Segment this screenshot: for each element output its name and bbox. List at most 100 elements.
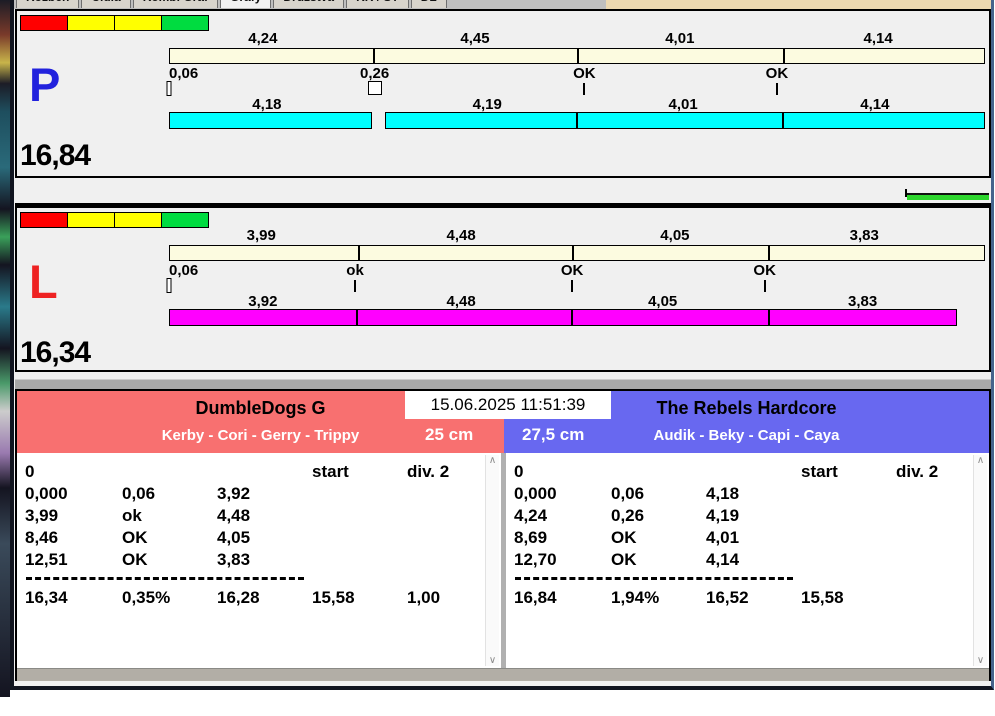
change-label: OK xyxy=(765,65,789,82)
bar-divider xyxy=(358,246,361,260)
app-screen: RozbehCidlaKombi GrafGrafyDružstvaKR / S… xyxy=(0,0,995,716)
split-time-label: 4,14 xyxy=(860,96,890,113)
header-cell: div. 2 xyxy=(896,462,939,481)
sensor-split-bar xyxy=(169,245,985,261)
split-labels-bottom: 3,92 4,48 4,05 3,83 xyxy=(169,293,985,310)
scroll-down-icon[interactable]: ∨ xyxy=(977,655,984,666)
value-cell: OK xyxy=(611,528,637,547)
tab-rozbeh[interactable]: Rozbeh xyxy=(16,0,80,8)
bar-divider xyxy=(577,49,579,63)
table-right: 0 start div. 2 0,000 0,06 4,18 4,24 0,26 4,19 8,6… xyxy=(506,453,989,668)
value-cell: OK xyxy=(122,528,148,547)
dog-split-bar xyxy=(169,112,985,129)
tab-grafy[interactable]: Grafy xyxy=(220,0,272,8)
tab-cidla[interactable]: Cidla xyxy=(81,0,131,8)
change-label: OK xyxy=(560,262,584,279)
split-time-label: 3,83 xyxy=(849,227,879,244)
value-cell: OK xyxy=(611,550,637,569)
split-time-label: 4,14 xyxy=(863,30,893,47)
change-mark-line xyxy=(583,83,586,95)
header-cell: 0 xyxy=(514,462,524,481)
scroll-up-icon[interactable]: ∧ xyxy=(977,455,984,466)
value-cell: 4,24 xyxy=(514,506,548,525)
value-cell xyxy=(896,483,965,505)
change-mark-slim xyxy=(166,278,172,293)
value-cell: ok xyxy=(122,506,142,525)
bar-divider xyxy=(768,246,771,260)
change-mark-line xyxy=(775,83,778,95)
value-cell: 4,48 xyxy=(217,506,251,525)
total-cell: 16,28 xyxy=(217,588,260,607)
value-cell xyxy=(407,483,477,505)
totals-separator xyxy=(26,577,304,580)
split-time-label: 3,99 xyxy=(246,227,276,244)
change-mark-line xyxy=(571,280,574,292)
scroll-up-icon[interactable]: ∧ xyxy=(489,455,496,466)
lane-L-footer xyxy=(15,372,991,389)
legend-light-box xyxy=(67,15,115,31)
change-labels: 0,06 ok OK OK xyxy=(169,262,985,279)
sensor-split-bar xyxy=(169,48,985,64)
dog-split-segment xyxy=(385,112,577,129)
split-labels-bottom: 4,18 4,19 4,01 4,14 xyxy=(169,96,985,113)
total-cell: 16,84 xyxy=(514,588,557,607)
value-cell: 4,05 xyxy=(217,528,251,547)
totals-grid: 16,84 1,94% 16,52 15,58 xyxy=(514,587,965,609)
value-cell: 12,51 xyxy=(25,550,68,569)
change-label: ok xyxy=(346,262,364,279)
tab-kr-st[interactable]: KR / ST xyxy=(346,0,409,8)
header-cell: 0 xyxy=(25,462,35,481)
value-cell xyxy=(407,527,477,549)
scroll-down-icon[interactable]: ∨ xyxy=(489,655,496,666)
tab-kombi-graf[interactable]: Kombi Graf xyxy=(132,0,219,8)
split-time-label: 4,48 xyxy=(446,293,476,310)
header-cell xyxy=(217,461,312,483)
tab-dru-stva[interactable]: Družstva xyxy=(273,0,345,8)
split-time-label: 4,48 xyxy=(446,227,476,244)
value-cell: 3,92 xyxy=(217,484,251,503)
value-cell: OK xyxy=(122,550,148,569)
jump-height-left: 25 cm xyxy=(425,425,474,444)
change-mark-line xyxy=(763,280,766,292)
value-cell xyxy=(312,527,407,549)
header-cell xyxy=(611,461,706,483)
value-cell xyxy=(896,549,965,571)
total-cell: 0,35% xyxy=(122,588,171,607)
dog-split-segment xyxy=(169,309,358,326)
value-cell: 0,000 xyxy=(514,484,557,503)
vertical-scrollbar[interactable]: ∧ ∨ xyxy=(485,455,499,666)
header-cell xyxy=(122,461,217,483)
value-cell: 3,83 xyxy=(217,550,251,569)
legend-light-box xyxy=(20,15,68,31)
change-labels: 0,06 0,26 OK OK xyxy=(169,65,985,82)
header-cell xyxy=(706,461,801,483)
total-cell: 16,52 xyxy=(706,588,749,607)
value-cell xyxy=(801,505,896,527)
teams-section: DumbleDogs G Kerby - Cori - Gerry - Trip… xyxy=(15,389,991,681)
value-cell xyxy=(407,505,477,527)
tab-dl[interactable]: DL xyxy=(410,0,447,8)
change-label: 0,06 xyxy=(169,262,199,279)
lane-letter: P xyxy=(29,58,61,111)
change-label: OK xyxy=(573,65,596,82)
header-cell: start xyxy=(801,462,838,481)
value-cell: 4,01 xyxy=(706,528,740,547)
change-marks xyxy=(166,278,985,294)
change-mark-slim xyxy=(166,81,172,96)
split-time-label: 4,19 xyxy=(472,96,502,113)
split-time-label: 3,83 xyxy=(847,293,878,310)
bar-divider xyxy=(372,49,375,63)
totals-grid: 16,34 0,35% 16,28 15,58 1,00 xyxy=(25,587,477,609)
bar-divider xyxy=(782,49,785,63)
tab-bar: RozbehCidlaKombi GrafGrafyDružstvaKR / S… xyxy=(16,0,449,8)
vertical-scrollbar[interactable]: ∧ ∨ xyxy=(973,455,987,666)
value-cell: 4,18 xyxy=(706,484,740,503)
datetime-display: 15.06.2025 11:51:39 xyxy=(405,391,611,419)
total-cell: 15,58 xyxy=(801,588,844,607)
split-labels-top: 3,99 4,48 4,05 3,83 xyxy=(169,227,985,244)
status-bar xyxy=(17,668,989,681)
value-cell: 4,14 xyxy=(706,550,740,569)
split-time-label: 4,18 xyxy=(252,96,282,113)
total-cell: 1,00 xyxy=(407,588,441,607)
change-mark-line xyxy=(354,280,357,292)
